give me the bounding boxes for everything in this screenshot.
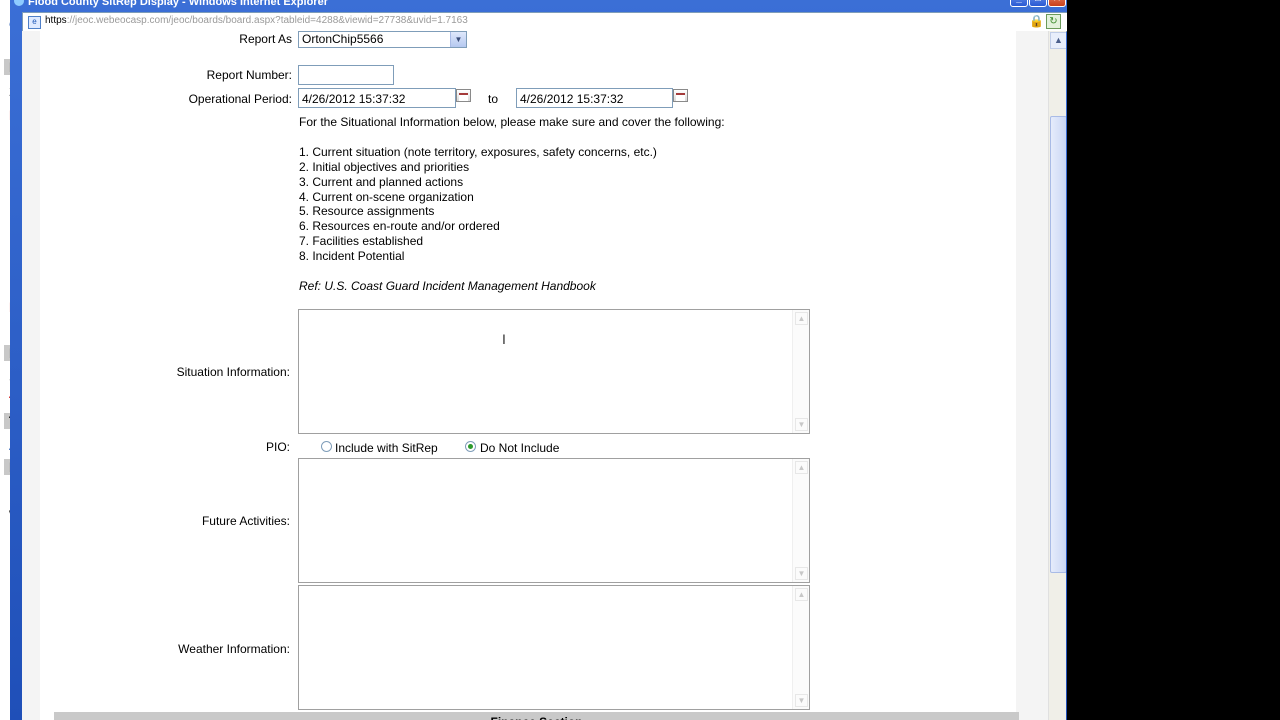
to-label: to <box>488 92 499 106</box>
scroll-down-icon[interactable]: ▼ <box>795 694 808 707</box>
include-with-sitrep-radio[interactable] <box>321 441 332 452</box>
list-item: 1. Current situation (note territory, ex… <box>299 145 657 159</box>
situation-information-textarea[interactable]: ▲ ▼ <box>298 309 810 434</box>
situation-information-label: Situation Information: <box>176 365 290 379</box>
do-not-include-radio[interactable] <box>465 441 476 452</box>
operational-period-start-input[interactable]: 4/26/2012 15:37:32 <box>298 88 456 108</box>
future-activities-label: Future Activities: <box>201 514 290 528</box>
calendar-icon[interactable] <box>673 89 688 102</box>
report-number-input[interactable] <box>298 65 394 85</box>
textarea-scrollbar[interactable]: ▲ ▼ <box>792 459 809 582</box>
chevron-down-icon[interactable]: ▼ <box>450 32 466 47</box>
weather-information-textarea[interactable]: ▲ ▼ <box>298 585 810 710</box>
textarea-scrollbar[interactable]: ▲ ▼ <box>792 310 809 433</box>
scroll-up-icon[interactable]: ▲ <box>795 312 808 325</box>
list-item: 3. Current and planned actions <box>299 175 464 189</box>
report-number-label: Report Number: <box>206 68 292 82</box>
list-item: 4. Current on-scene organization <box>299 190 474 204</box>
page-icon: e <box>28 16 41 29</box>
report-as-value: OrtonChip5566 <box>302 32 384 46</box>
scroll-up-icon[interactable]: ▲ <box>795 588 808 601</box>
url-text: https://jeoc.webeocasp.com/jeoc/boards/b… <box>45 15 468 26</box>
scrollbar-thumb[interactable] <box>1050 116 1066 573</box>
report-as-label: Report As <box>239 32 292 46</box>
operational-period-end-input[interactable]: 4/26/2012 15:37:32 <box>516 88 673 108</box>
future-activities-textarea[interactable]: ▲ ▼ <box>298 458 810 583</box>
instructions-list: 1. Current situation (note territory, ex… <box>299 145 799 265</box>
operational-period-label: Operational Period: <box>188 92 292 106</box>
scroll-down-icon[interactable]: ▼ <box>795 567 808 580</box>
lock-icon[interactable]: 🔒 <box>1029 14 1044 28</box>
minimize-button[interactable]: _ <box>1010 0 1028 7</box>
reference-text: Ref: U.S. Coast Guard Incident Managemen… <box>299 279 596 293</box>
page-scrollbar[interactable]: ▲ <box>1048 31 1066 720</box>
list-item: 7. Facilities established <box>299 234 424 248</box>
list-item: 5. Resource assignments <box>299 204 435 218</box>
textarea-scrollbar[interactable]: ▲ ▼ <box>792 586 809 709</box>
refresh-icon[interactable]: ↻ <box>1046 14 1061 29</box>
do-not-include-label[interactable]: Do Not Include <box>480 441 559 455</box>
list-item: 2. Initial objectives and priorities <box>299 160 470 174</box>
report-as-select[interactable]: OrtonChip5566 ▼ <box>298 31 467 48</box>
include-with-sitrep-label[interactable]: Include with SitRep <box>335 441 438 455</box>
form-page: Report As OrtonChip5566 ▼ Report Number:… <box>40 31 1016 720</box>
maximize-button[interactable]: □ <box>1029 0 1047 7</box>
right-gutter <box>1016 31 1048 720</box>
scroll-up-icon[interactable]: ▲ <box>795 461 808 474</box>
window-title: Flood County SitRep Display - Windows In… <box>28 0 328 8</box>
scroll-down-icon[interactable]: ▼ <box>795 418 808 431</box>
pio-label: PIO: <box>265 440 290 454</box>
list-item: 6. Resources en-route and/or ordered <box>299 219 500 233</box>
weather-information-label: Weather Information: <box>178 642 290 656</box>
scroll-up-icon[interactable]: ▲ <box>1050 32 1066 49</box>
page-content: Report As OrtonChip5566 ▼ Report Number:… <box>22 31 1066 720</box>
desktop-background <box>1067 0 1280 720</box>
title-bar: Flood County SitRep Display - Windows In… <box>14 0 1066 8</box>
list-item: 8. Incident Potential <box>299 249 405 263</box>
calendar-icon[interactable] <box>456 89 471 102</box>
address-bar[interactable]: e https://jeoc.webeocasp.com/jeoc/boards… <box>22 12 1068 32</box>
finance-section-header: Finance Section <box>54 712 1019 720</box>
close-button[interactable]: ✕ <box>1048 0 1066 7</box>
ie-logo-icon <box>14 0 24 6</box>
instructions-text: For the Situational Information below, p… <box>299 115 725 129</box>
text-cursor-icon: I <box>502 331 506 347</box>
